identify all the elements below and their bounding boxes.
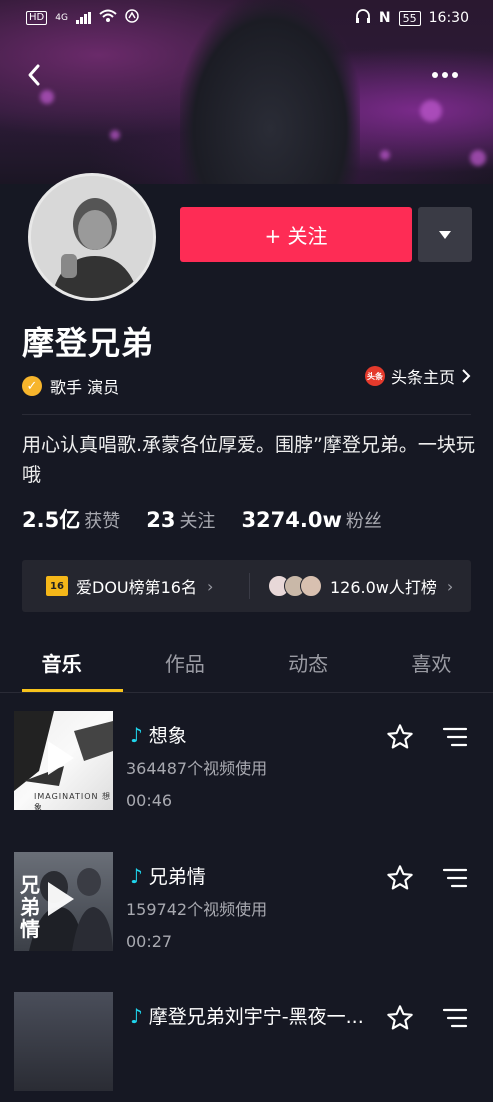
- music-duration: 00:46: [126, 791, 173, 810]
- music-note-icon: ♪: [130, 722, 143, 747]
- toutiao-icon: 头条: [364, 366, 385, 386]
- chevron-right-icon: ›: [207, 576, 214, 596]
- music-cover[interactable]: IMAGINATION 想象: [14, 711, 113, 810]
- profile-tabs: 音乐 作品 动态 喜欢: [0, 640, 493, 693]
- stat-label: 粉丝: [345, 511, 382, 532]
- toutiao-label: 头条主页: [390, 368, 455, 387]
- favorite-button[interactable]: [386, 1004, 414, 1032]
- app-notification-icon: [125, 9, 139, 27]
- supporter-avatars: [268, 575, 322, 597]
- back-arrow-icon: [28, 64, 40, 86]
- playlist-button[interactable]: [442, 725, 468, 749]
- divider: [22, 414, 471, 415]
- list-icon: [442, 727, 468, 747]
- support-rank-label: 126.0w人打榜: [330, 578, 437, 597]
- recommend-dropdown-button[interactable]: [418, 207, 472, 262]
- music-title: ♪ 摩登兄弟刘宇宁-黑夜一...: [130, 1002, 364, 1029]
- music-title: ♪ 想象: [130, 721, 187, 748]
- cover-caption: IMAGINATION 想象: [34, 792, 112, 810]
- verification-text: 歌手 演员: [50, 378, 120, 397]
- stat-label: 关注: [179, 511, 216, 532]
- play-icon: [48, 882, 74, 916]
- stat-number: 23: [146, 508, 176, 532]
- chevron-right-icon: ›: [446, 576, 454, 596]
- clock: 16:30: [428, 10, 469, 26]
- music-usage: 364487个视频使用: [126, 759, 268, 778]
- stat-likes[interactable]: 2.5亿 获赞: [22, 504, 120, 534]
- wifi-icon: [99, 9, 117, 27]
- profile-bio: 用心认真唱歌.承蒙各位厚爱。围脖”摩登兄弟。一块玩哦: [22, 434, 475, 486]
- star-icon: [387, 724, 413, 749]
- supporter-avatar: [300, 575, 322, 597]
- support-rank-link[interactable]: 126.0w人打榜 ›: [250, 574, 471, 598]
- network-indicator: 4G: [55, 13, 68, 23]
- top-nav: [0, 52, 493, 96]
- more-dots-icon: [432, 72, 458, 78]
- follow-button[interactable]: + 关注: [180, 207, 412, 262]
- music-usage: 159742个视频使用: [126, 900, 268, 919]
- music-item[interactable]: 兄弟情 ♪ 兄弟情 159742个视频使用 00:27: [0, 852, 493, 962]
- verification: ✓ 歌手 演员: [22, 374, 119, 398]
- music-title-text: 兄弟情: [148, 866, 206, 888]
- stat-followers[interactable]: 3274.0w 粉丝: [241, 507, 381, 533]
- profile-name: 摩登兄弟: [22, 324, 155, 362]
- favorite-button[interactable]: [386, 723, 414, 751]
- music-cover[interactable]: [14, 992, 113, 1091]
- hd-indicator: HD: [26, 11, 48, 25]
- music-item[interactable]: IMAGINATION 想象 ♪ 想象 364487个视频使用 00:46: [0, 711, 493, 821]
- chevron-right-icon: [462, 369, 471, 383]
- music-cover[interactable]: 兄弟情: [14, 852, 113, 951]
- tab-works[interactable]: 作品: [123, 640, 246, 692]
- tab-music[interactable]: 音乐: [0, 640, 124, 692]
- star-icon: [387, 1005, 413, 1030]
- star-icon: [387, 865, 413, 890]
- music-title: ♪ 兄弟情: [130, 862, 206, 889]
- list-icon: [442, 868, 468, 888]
- music-title-text: 想象: [148, 725, 187, 747]
- rank-badge: 16: [46, 576, 68, 596]
- playlist-button[interactable]: [442, 1006, 468, 1030]
- dou-rank-link[interactable]: 16 爱DOU榜第16名 ›: [22, 574, 249, 598]
- more-button[interactable]: [425, 60, 465, 90]
- stat-number: 3274.0w: [241, 508, 342, 532]
- profile-stats: 2.5亿 获赞 23 关注 3274.0w 粉丝: [22, 504, 382, 534]
- battery-icon: 55: [398, 10, 421, 26]
- toutiao-link[interactable]: 头条 头条主页: [364, 364, 471, 388]
- music-item[interactable]: ♪ 摩登兄弟刘宇宁-黑夜一...: [0, 992, 493, 1102]
- rank-bar: 16 爱DOU榜第16名 › 126.0w人打榜 ›: [22, 560, 471, 612]
- stat-following[interactable]: 23 关注: [146, 507, 215, 533]
- headphone-icon: [355, 9, 371, 27]
- avatar-photo: [31, 176, 153, 298]
- tab-likes[interactable]: 喜欢: [370, 640, 493, 692]
- status-bar: HD 4G N 55 16:30: [0, 0, 493, 36]
- play-icon: [48, 741, 74, 775]
- music-duration: 00:27: [126, 932, 173, 951]
- dou-rank-label: 爱DOU榜第16名: [76, 578, 197, 597]
- triangle-down-icon: [439, 230, 451, 239]
- check-icon: ✓: [22, 376, 42, 396]
- list-icon: [442, 1008, 468, 1028]
- nfc-icon: N: [378, 10, 391, 26]
- signal-icon: [75, 12, 91, 24]
- avatar[interactable]: [28, 173, 156, 301]
- stat-label: 获赞: [84, 511, 121, 532]
- back-button[interactable]: [20, 60, 50, 90]
- playlist-button[interactable]: [442, 866, 468, 890]
- tab-activity[interactable]: 动态: [247, 640, 370, 692]
- stat-number: 2.5亿: [22, 508, 81, 532]
- music-title-text: 摩登兄弟刘宇宁-黑夜一...: [148, 1006, 364, 1028]
- favorite-button[interactable]: [386, 864, 414, 892]
- music-note-icon: ♪: [130, 863, 143, 888]
- cover-caption: 兄弟情: [20, 873, 40, 941]
